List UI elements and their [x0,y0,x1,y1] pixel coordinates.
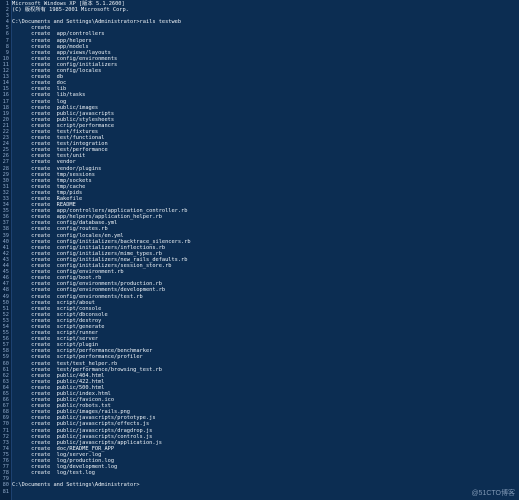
terminal-output: 1 Microsoft Windows XP [版本 5.1.2600] 2 (C) … [0,1,519,495]
line-text: C:\Documents and Settings\Administrator> [12,482,140,489]
code-line: 81 [0,489,519,495]
line-text: create log/test.log [12,470,95,477]
line-text: (C) 版权所有 1985-2001 Microsoft Corp. [12,7,129,14]
line-number: 81 [2,488,9,495]
code-editor-view: 1 Microsoft Windows XP [版本 5.1.2600] 2 (C) … [0,0,519,500]
watermark: @51CTO博客 [471,489,515,497]
